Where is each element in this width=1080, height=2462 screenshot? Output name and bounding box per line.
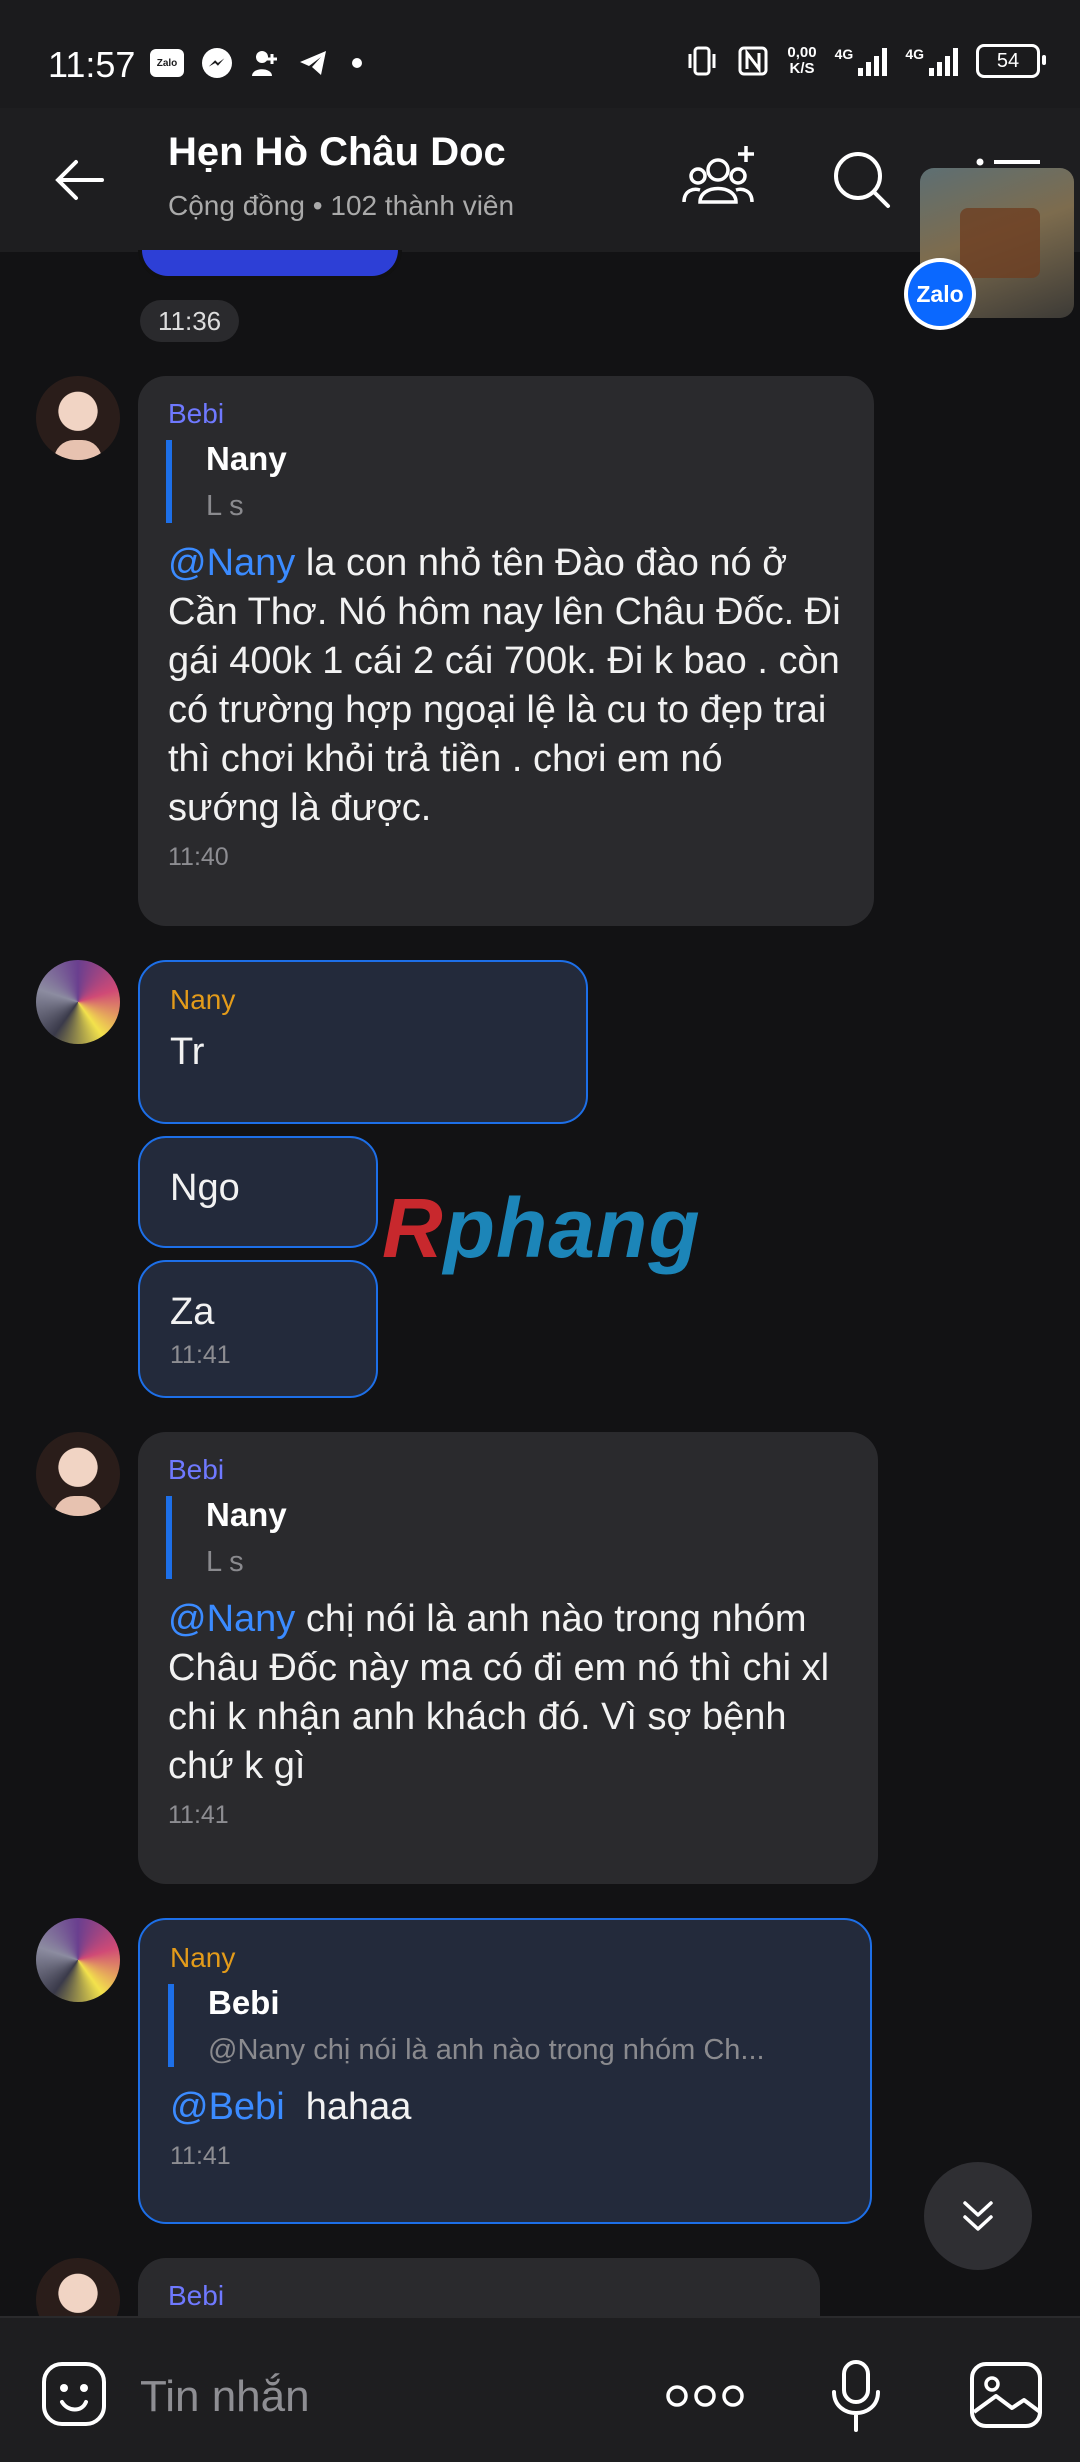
back-button[interactable] <box>50 150 110 210</box>
message-composer <box>0 2316 1080 2462</box>
scroll-to-bottom-button[interactable] <box>924 2162 1032 2270</box>
sender-name: Bebi <box>168 2280 225 2311</box>
signal-1-icon: 4G <box>835 46 888 76</box>
message-bubble[interactable]: Nany Tr <box>138 960 588 1124</box>
sticker-image[interactable] <box>138 250 402 280</box>
watermark-logo: Rphang <box>382 1181 701 1275</box>
quote-text: L s <box>206 1546 244 1578</box>
avatar-nany[interactable] <box>36 960 120 1044</box>
message-text: @Nany chị nói là anh nào trong nhóm Châu… <box>168 1598 830 1787</box>
add-member-button[interactable] <box>680 140 760 220</box>
search-icon <box>834 152 890 208</box>
message-input[interactable] <box>138 2366 642 2428</box>
more-notifications-dot <box>352 58 362 68</box>
voice-record-button[interactable] <box>828 2358 884 2434</box>
message-bubble[interactable]: Za 11:41 <box>138 1260 378 1398</box>
double-chevron-down-icon <box>963 2201 993 2231</box>
message-bubble[interactable]: Ngo <box>138 1136 378 1248</box>
battery-indicator: 54 <box>976 44 1046 78</box>
quoted-reply[interactable]: Nany L s <box>166 1496 848 1579</box>
search-button[interactable] <box>820 140 900 220</box>
message-time: 11:41 <box>168 1801 229 1829</box>
zalo-notification-icon: Zalo <box>150 49 184 77</box>
telegram-notification-icon <box>298 48 328 78</box>
quoted-reply[interactable]: Nany L s <box>166 440 844 523</box>
sender-name: Bebi <box>168 398 225 429</box>
emoji-button[interactable] <box>38 2358 110 2430</box>
avatar-bebi[interactable] <box>36 376 120 460</box>
add-member-icon <box>682 146 754 204</box>
quote-author: Nany <box>206 440 287 477</box>
chat-header: Hẹn Hò Châu Doc Cộng đồng • 102 thành vi… <box>0 108 1080 252</box>
message-text: @Bebi hahaa <box>170 2086 412 2128</box>
more-dots-icon <box>666 2385 744 2407</box>
status-time: 11:57 <box>48 44 136 85</box>
sender-name: Nany <box>170 984 236 1015</box>
signal-2-icon: 4G <box>905 46 958 76</box>
avatar-bebi[interactable] <box>36 1432 120 1516</box>
quote-text: L s <box>206 490 244 522</box>
message-time: 11:41 <box>170 2142 231 2170</box>
more-options-button[interactable] <box>664 2378 746 2414</box>
message-bubble[interactable]: Nany Bebi @Nany chị nói là anh nào trong… <box>138 1918 872 2224</box>
group-title[interactable]: Hẹn Hò Châu Doc <box>168 130 506 175</box>
vibrate-icon <box>688 46 716 76</box>
status-bar: 11:57 Zalo 0,00 K/S 4G 4G 54 <box>0 0 1080 108</box>
microphone-icon <box>832 2360 880 2432</box>
image-icon <box>970 2362 1042 2428</box>
nfc-icon <box>738 46 768 76</box>
avatar-nany[interactable] <box>36 1918 120 2002</box>
message-time: 11:40 <box>168 843 229 871</box>
message-text: Za <box>170 1291 215 1333</box>
send-image-button[interactable] <box>966 2356 1046 2436</box>
time-separator: 11:36 <box>140 300 240 342</box>
quote-author: Nany <box>206 1496 287 1533</box>
sticker-smile-icon <box>42 2362 106 2426</box>
arrow-left-icon <box>55 160 104 200</box>
quote-text: @Nany chị nói là anh nào trong nhóm Ch..… <box>208 2034 765 2066</box>
notification-icons: Zalo <box>150 48 362 78</box>
quote-author: Bebi <box>208 1984 280 2021</box>
message-time: 11:41 <box>170 1341 231 1369</box>
mention-link[interactable]: @Bebi <box>170 2086 285 2128</box>
message-text: Ngo <box>170 1167 240 1209</box>
network-speed: 0,00 K/S <box>787 44 817 77</box>
quoted-reply[interactable]: Bebi @Nany chị nói là anh nào trong nhóm… <box>168 1984 840 2067</box>
message-bubble[interactable]: Bebi Nany L s @Nany la con nhỏ tên Đào đ… <box>138 376 874 926</box>
zalo-app-badge[interactable]: Zalo <box>904 258 976 330</box>
sender-name: Nany <box>170 1942 236 1973</box>
message-text: Tr <box>170 1031 205 1073</box>
mention-link[interactable]: @Nany <box>168 1598 295 1640</box>
group-subtitle: Cộng đồng • 102 thành viên <box>168 190 515 221</box>
message-text: @Nany la con nhỏ tên Đào đào nó ở Cần Th… <box>168 542 841 829</box>
messenger-notification-icon <box>202 48 232 78</box>
message-bubble[interactable]: Bebi Nany L s @Nany chị nói là anh nào t… <box>138 1432 878 1884</box>
sender-name: Bebi <box>168 1454 225 1485</box>
system-status-icons: 0,00 K/S 4G 4G 54 <box>685 44 1046 78</box>
contacts-notification-icon <box>250 48 280 78</box>
mention-link[interactable]: @Nany <box>168 542 295 584</box>
